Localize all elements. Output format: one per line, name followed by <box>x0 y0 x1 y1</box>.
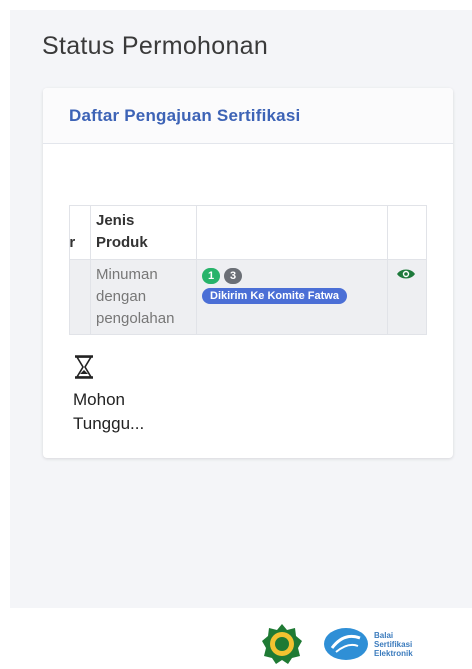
header-cut-line1: is <box>71 210 90 232</box>
bse-logo-icon <box>324 628 368 660</box>
hourglass-icon <box>75 355 93 379</box>
table-header-cut: is :ar <box>69 205 91 260</box>
page-title: Status Permohonan <box>42 32 269 60</box>
logo-line2: Sertifikasi <box>374 639 413 649</box>
row-action-cell <box>387 259 427 335</box>
kemenag-logo-icon <box>262 624 302 664</box>
table-scroll-area[interactable]: is :ar Jenis Produk ı <box>69 205 427 335</box>
step-badges: 1 3 <box>202 268 387 284</box>
product-line2: dengan <box>96 288 147 305</box>
step-badge-gray: 3 <box>224 268 242 284</box>
loader-line1: Mohon <box>73 390 125 409</box>
table-header-product-type: Jenis Produk <box>90 205 197 260</box>
logo-line3: Elektronik <box>374 648 413 658</box>
content-panel: Status Permohonan Daftar Pengajuan Serti… <box>10 10 472 608</box>
header-product-line2: Produk <box>96 234 148 251</box>
submission-table: is :ar Jenis Produk ı <box>69 205 427 335</box>
table-row: ı Minuman dengan pengolahan 1 3 <box>69 259 427 335</box>
table-header-row: is :ar Jenis Produk <box>69 205 427 260</box>
loader-line2: Tunggu... <box>73 414 145 433</box>
row-cut-cell: ı <box>69 259 91 335</box>
product-line3: pengolahan <box>96 310 175 327</box>
table-header-status <box>196 205 388 260</box>
footer-logos: Balai Sertifikasi Elektronik <box>260 622 413 666</box>
eye-icon[interactable] <box>396 268 416 280</box>
card-title: Daftar Pengajuan Sertifikasi <box>69 105 301 125</box>
row-status-cell: 1 3 Dikirim Ke Komite Fatwa <box>196 259 388 335</box>
loading-indicator: Mohon Tunggu... <box>73 355 183 436</box>
bse-logo-text: Balai Sertifikasi Elektronik <box>374 631 413 658</box>
header-product-line1: Jenis <box>96 212 135 229</box>
status-badge: Dikirim Ke Komite Fatwa <box>202 288 347 304</box>
row-product-cell: Minuman dengan pengolahan <box>90 259 197 335</box>
header-cut-line2: :ar <box>69 234 76 251</box>
row-cut-text: ı <box>71 264 90 286</box>
table-header-action <box>387 205 427 260</box>
product-line1: Minuman <box>96 266 158 283</box>
logo-line1: Balai <box>374 630 394 640</box>
step-badge-green: 1 <box>202 268 220 284</box>
card-header: Daftar Pengajuan Sertifikasi <box>43 88 453 144</box>
